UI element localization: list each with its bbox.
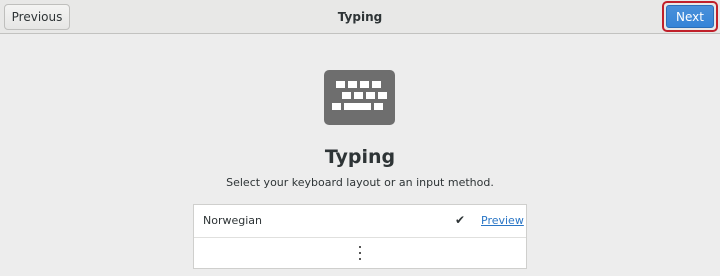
checkmark-icon: ✔ — [455, 213, 466, 227]
next-button[interactable]: Next — [666, 5, 714, 28]
previous-button[interactable]: Previous — [4, 4, 70, 30]
keyboard-layout-list: Norwegian ✔ Preview — [193, 204, 527, 269]
next-button-highlight: Next — [662, 1, 718, 32]
section-heading: Typing — [324, 146, 396, 168]
preview-link[interactable]: Preview — [481, 214, 524, 227]
keyboard-icon — [324, 70, 395, 125]
header-bar: Previous Typing Next — [0, 0, 720, 34]
layout-label: Norwegian — [203, 214, 262, 227]
vertical-ellipsis-icon — [359, 246, 361, 260]
page-title: Typing — [337, 10, 383, 24]
more-layouts-row[interactable] — [194, 238, 526, 269]
layout-row-norwegian[interactable]: Norwegian ✔ Preview — [194, 205, 526, 238]
section-subtitle: Select your keyboard layout or an input … — [226, 176, 494, 189]
